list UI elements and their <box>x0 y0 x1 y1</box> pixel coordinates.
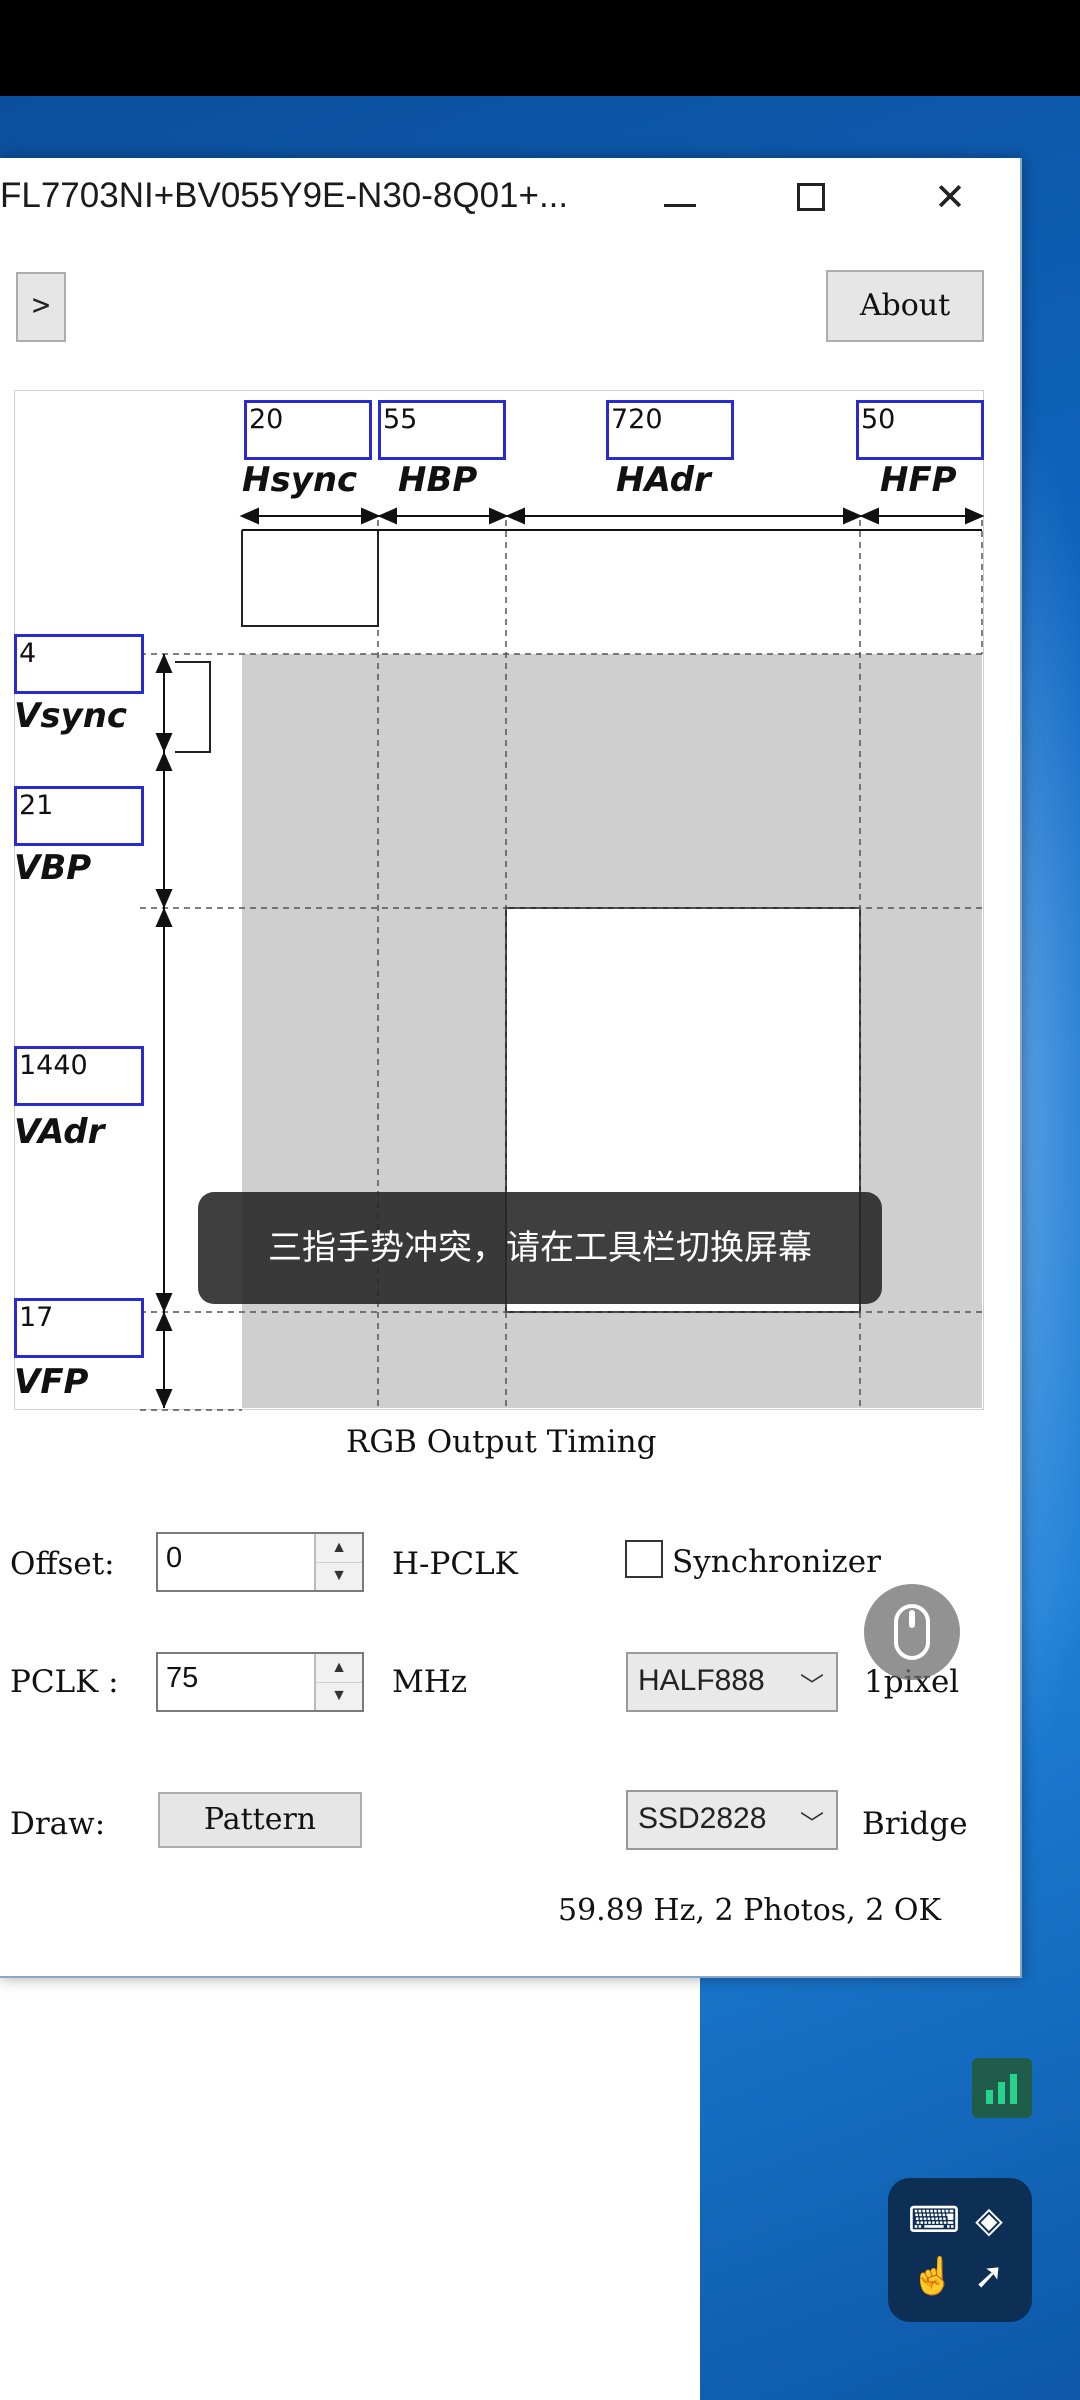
status-text: 59.89 Hz, 2 Photos, 2 OK <box>558 1893 941 1928</box>
pclk-unit: MHz <box>392 1664 468 1700</box>
diagram-caption: RGB Output Timing <box>346 1424 657 1460</box>
vbp-label: VBP <box>14 848 92 888</box>
vsync-label: Vsync <box>14 696 128 736</box>
synchronizer-checkbox[interactable] <box>625 1540 663 1578</box>
spin-down-icon[interactable]: ▼ <box>316 1682 362 1710</box>
hfp-field[interactable]: 50 <box>856 400 984 460</box>
layers-icon[interactable]: ◈ <box>964 2200 1014 2240</box>
vertical-arrows <box>155 653 173 1409</box>
spin-up-icon[interactable]: ▲ <box>316 1654 362 1683</box>
keyboard-icon[interactable]: ⌨ <box>908 2200 960 2240</box>
vbp-value: 21 <box>19 790 54 821</box>
pclk-spinner-arrows[interactable]: ▲ ▼ <box>314 1654 362 1710</box>
hsync-pulse <box>241 530 379 627</box>
remote-toolbar: ⌨ ◈ ☝ ➚ <box>888 2178 1032 2322</box>
vsync-pulse <box>175 661 211 753</box>
hfp-value: 50 <box>861 404 896 435</box>
mouse-wheel-shape <box>909 1610 915 1628</box>
spin-up-icon[interactable]: ▲ <box>316 1534 362 1563</box>
hadr-value: 720 <box>611 404 663 435</box>
vsync-value: 4 <box>19 638 37 669</box>
hadr-field[interactable]: 720 <box>606 400 734 460</box>
signal-bars-icon[interactable] <box>972 2058 1032 2118</box>
vadr-field[interactable]: 1440 <box>14 1046 144 1106</box>
pclk-label: PCLK : <box>10 1664 119 1700</box>
vsync-field[interactable]: 4 <box>14 634 144 694</box>
mouse-icon[interactable] <box>864 1584 960 1680</box>
pointer-click-icon[interactable]: ➚ <box>964 2256 1014 2296</box>
chevron-down-icon: ﹀ <box>800 1673 824 1700</box>
pclk-spinner[interactable]: 75 ▲ ▼ <box>156 1652 364 1712</box>
bridge-select[interactable]: SSD2828 ﹀ <box>626 1790 838 1850</box>
offset-spinner[interactable]: 0 ▲ ▼ <box>156 1532 364 1592</box>
hadr-label: HAdr <box>616 460 711 500</box>
horizontal-arrows <box>239 507 985 531</box>
offset-label: Offset: <box>10 1546 115 1582</box>
bridge-value: SSD2828 <box>638 1802 767 1835</box>
hsync-field[interactable]: 20 <box>244 400 372 460</box>
hfp-label: HFP <box>880 460 957 500</box>
offset-unit: H-PCLK <box>392 1546 518 1582</box>
synchronizer-label: Synchronizer <box>672 1544 881 1580</box>
offset-spinner-arrows[interactable]: ▲ ▼ <box>314 1534 362 1590</box>
hsync-label: Hsync <box>242 460 358 500</box>
format-select[interactable]: HALF888 ﹀ <box>626 1652 838 1712</box>
hbp-field[interactable]: 55 <box>378 400 506 460</box>
vfp-label: VFP <box>14 1362 89 1402</box>
spin-down-icon[interactable]: ▼ <box>316 1562 362 1590</box>
vfp-value: 17 <box>19 1302 54 1333</box>
hbp-label: HBP <box>398 460 478 500</box>
hsync-value: 20 <box>249 404 284 435</box>
pclk-value: 75 <box>166 1662 199 1694</box>
touch-hand-icon[interactable]: ☝ <box>908 2256 958 2296</box>
hbp-value: 55 <box>383 404 418 435</box>
toast-message: 三指手势冲突，请在工具栏切换屏幕 <box>198 1192 882 1304</box>
bridge-unit: Bridge <box>862 1806 968 1842</box>
vfp-field[interactable]: 17 <box>14 1298 144 1358</box>
vadr-value: 1440 <box>19 1050 88 1081</box>
pattern-button[interactable]: Pattern <box>158 1792 362 1848</box>
format-value: HALF888 <box>638 1664 765 1697</box>
offset-value: 0 <box>166 1542 183 1574</box>
chevron-down-icon: ﹀ <box>800 1811 824 1838</box>
vbp-field[interactable]: 21 <box>14 786 144 846</box>
draw-label: Draw: <box>10 1806 106 1842</box>
vadr-label: VAdr <box>14 1112 105 1152</box>
